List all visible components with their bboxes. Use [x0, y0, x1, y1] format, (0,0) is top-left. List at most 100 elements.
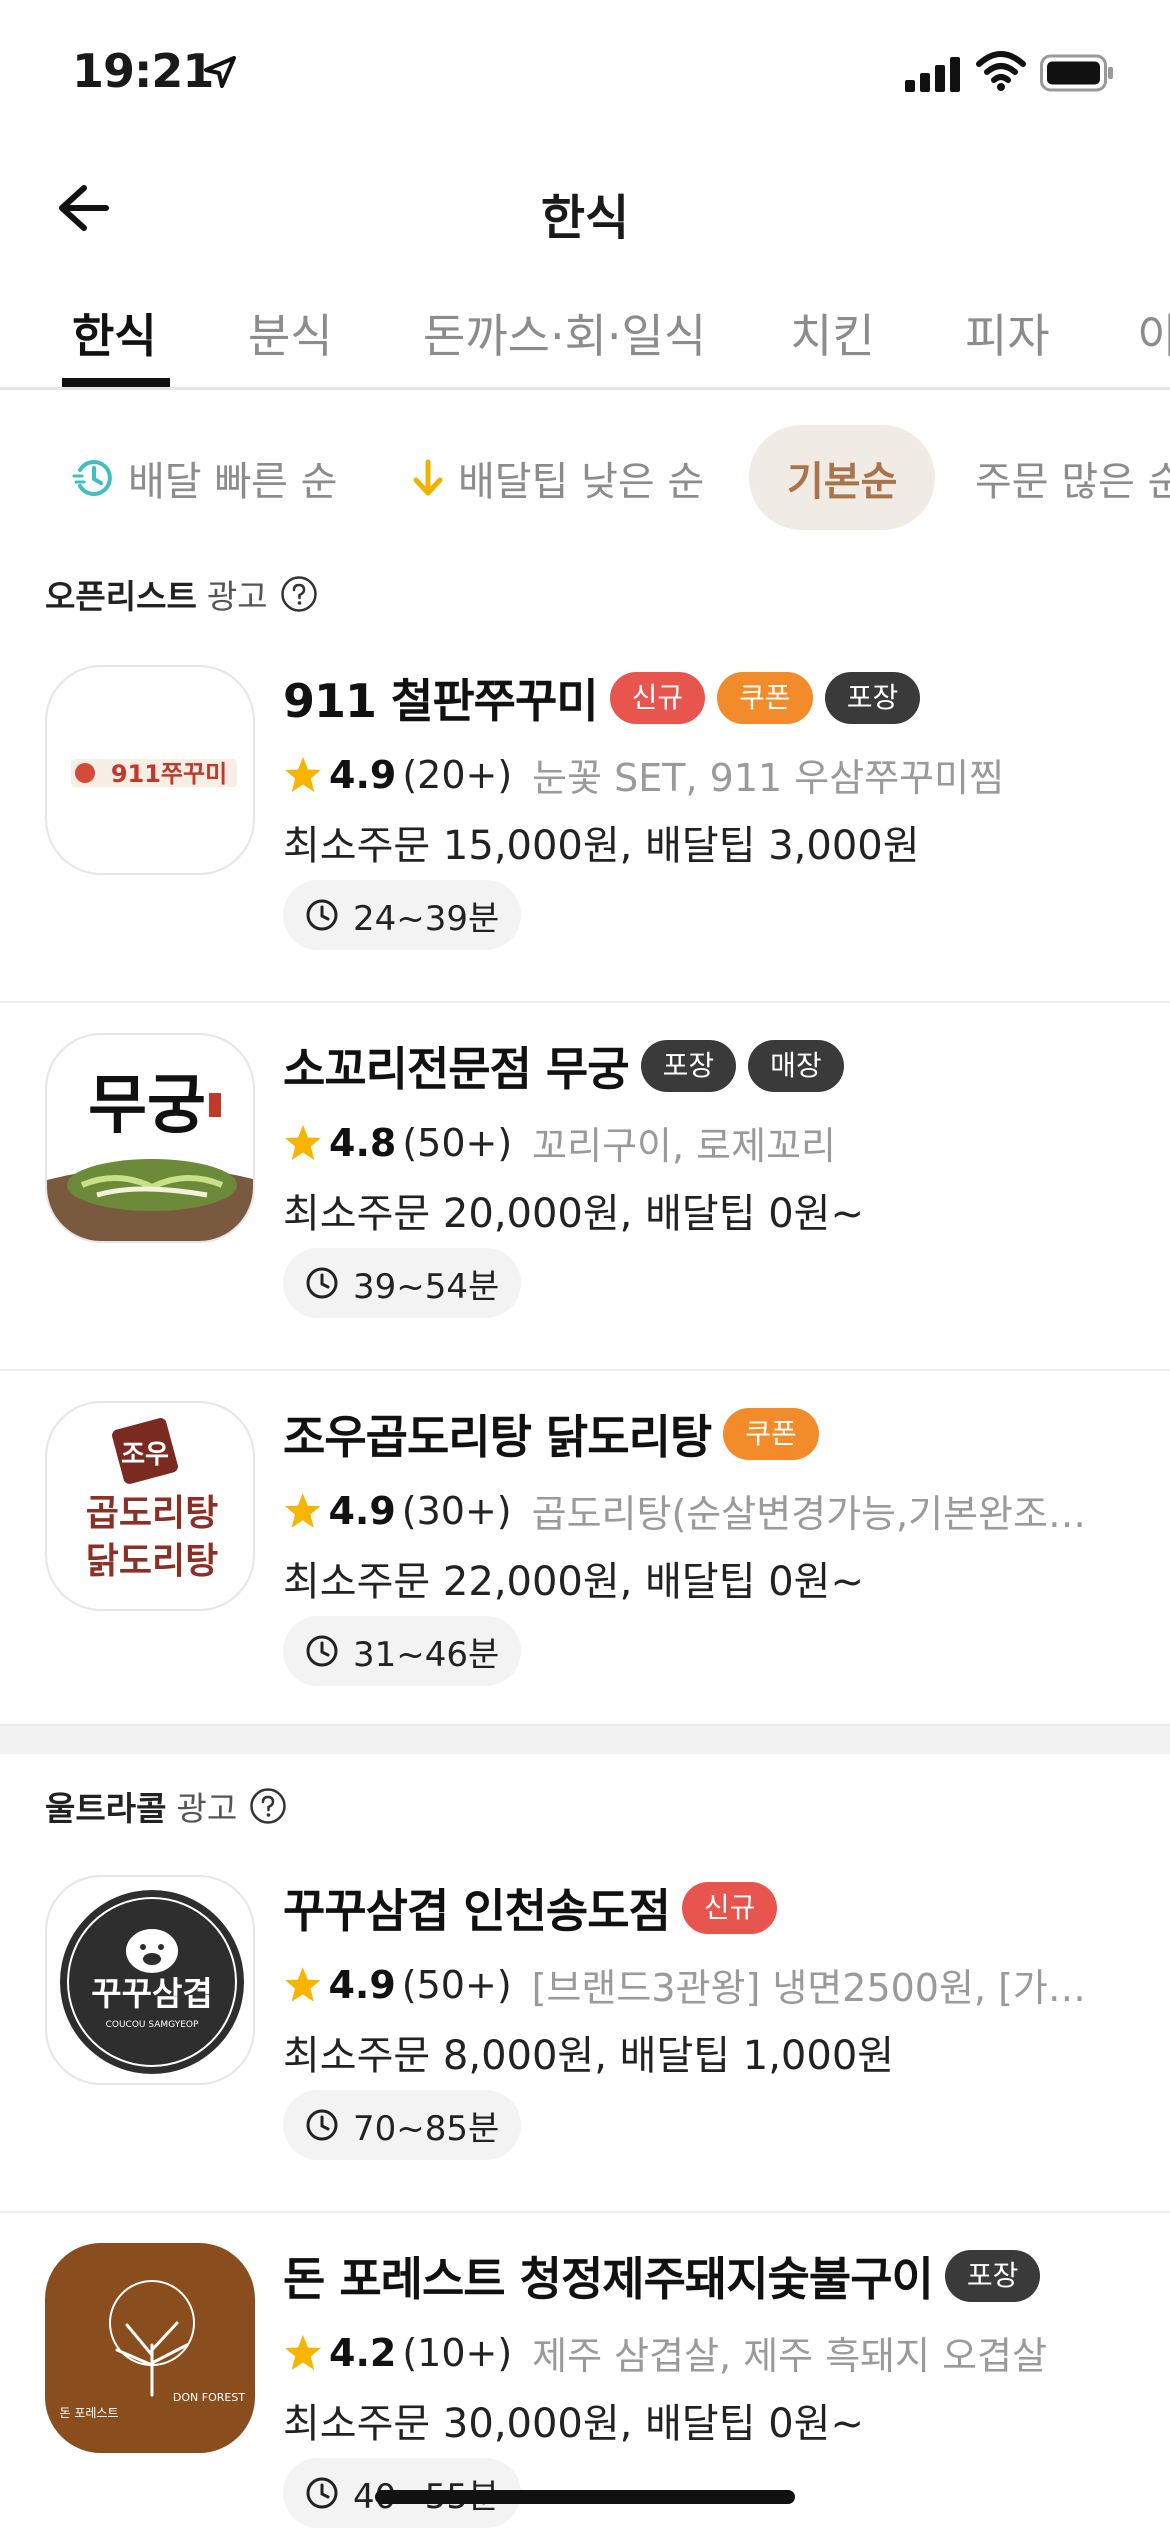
- arrow-down-icon: [413, 459, 443, 495]
- restaurant-name: 꾸꾸삼겹 인천송도점: [283, 1884, 671, 1938]
- sort-most-orders-label: 주문 많은 순: [975, 458, 1170, 505]
- logo-text: 911쭈꾸미: [111, 760, 227, 788]
- wifi-icon: [976, 51, 1026, 91]
- ad-label: 광고: [176, 1789, 238, 1828]
- restaurant-name: 소꼬리전문점 무궁: [283, 1042, 630, 1096]
- logo-text: 무궁: [88, 1068, 206, 1143]
- badge-new: 신규: [609, 672, 706, 724]
- rating-row: 4.9 (30+) 곱도리탕(순살변경가능,기본완조리…: [283, 1483, 1113, 1538]
- min-order-info: 최소주문 30,000원, 배달팁 0원~: [283, 2401, 864, 2447]
- clock-icon: [306, 899, 338, 931]
- restaurant-card[interactable]: 911쭈꾸미 911 철판쭈꾸미 신규 쿠폰 포장 4.9 (20+) 눈꽃 S…: [0, 635, 1170, 1003]
- section-separator: [0, 1724, 1170, 1754]
- logo-jowoo-image: 조우 곱도리탕 닭도리탕: [86, 1418, 218, 1582]
- badge-takeout: 포장: [944, 2250, 1041, 2302]
- logo-text: DON FOREST: [173, 2391, 245, 2404]
- menu-preview: 곱도리탕(순살변경가능,기본완조리…: [531, 1492, 1113, 1536]
- clock-icon: [306, 2477, 338, 2509]
- title-row: 소꼬리전문점 무궁 포장 매장: [283, 1033, 844, 1099]
- min-order-info: 최소주문 8,000원, 배달팁 1,000원: [283, 2033, 895, 2079]
- logo-text: 꾸꾸삼겹: [91, 1974, 212, 2013]
- sort-default-label: 기본순: [787, 458, 898, 505]
- delivery-time: 24~39분: [353, 898, 500, 939]
- tab-japanese[interactable]: 돈까스·회·일식: [423, 300, 706, 366]
- tab-korean[interactable]: 한식: [72, 300, 157, 366]
- section-name: 울트라콜: [45, 1789, 167, 1828]
- star-icon: [284, 1966, 321, 2002]
- delivery-time: 70~85분: [353, 2108, 500, 2149]
- rating-row: 4.8 (50+) 꼬리구이, 로제꼬리: [283, 1115, 1113, 1170]
- sort-low-tip[interactable]: 배달팁 낮은 순: [410, 425, 704, 530]
- rating-value: 4.8: [329, 1120, 397, 1165]
- logo-text: COUCOU SAMGYEOP: [106, 2020, 199, 2030]
- rating-row: 4.9 (50+) [브랜드3관왕] 냉면2500원, [가성…: [283, 1957, 1113, 2012]
- badge-new: 신규: [681, 1882, 778, 1934]
- clock-icon: [306, 1635, 338, 1667]
- section-label-openlist: 오픈리스트 광고: [45, 570, 318, 618]
- review-count: (10+): [402, 2330, 513, 2375]
- review-count: (50+): [401, 1962, 512, 2007]
- review-count: (20+): [402, 752, 513, 797]
- delivery-time-chip: 31~46분: [283, 1616, 522, 1686]
- restaurant-card[interactable]: 조우 곱도리탕 닭도리탕 조우곱도리탕 닭도리탕 쿠폰 4.9 (30+) 곱도…: [0, 1371, 1170, 1739]
- rating-value: 4.9: [329, 752, 397, 797]
- menu-preview: 눈꽃 SET, 911 우삼쭈꾸미찜: [532, 756, 1005, 800]
- tab-pizza[interactable]: 피자: [965, 300, 1050, 366]
- logo-coucou-image: 꾸꾸삼겹 COUCOU SAMGYEOP: [60, 1890, 244, 2074]
- restaurant-name: 911 철판쭈꾸미: [283, 674, 599, 728]
- badge-coupon: 쿠폰: [723, 1408, 819, 1460]
- title-row: 꾸꾸삼겹 인천송도점 신규: [283, 1875, 778, 1941]
- review-count: (30+): [401, 1488, 512, 1533]
- tab-snack[interactable]: 분식: [248, 300, 333, 366]
- menu-preview: 꼬리구이, 로제꼬리: [532, 1124, 837, 1168]
- restaurant-card[interactable]: 꾸꾸삼겹 COUCOU SAMGYEOP 꾸꾸삼겹 인천송도점 신규 4.9 (…: [0, 1845, 1170, 2213]
- sort-low-tip-label: 배달팁 낮은 순: [458, 458, 705, 505]
- help-icon[interactable]: [280, 575, 318, 613]
- section-label-ultracall: 울트라콜 광고: [45, 1782, 287, 1830]
- logo-donforest-image: 돈 포레스트 DON FOREST: [59, 2280, 245, 2420]
- sort-default[interactable]: 기본순: [749, 425, 936, 530]
- restaurant-card[interactable]: 무궁 소꼬리전문점 무궁 포장 매장 4.8 (50+) 꼬리구이, 로제꼬리 …: [0, 1003, 1170, 1371]
- restaurant-logo: 조우 곱도리탕 닭도리탕: [45, 1401, 255, 1611]
- badge-takeout: 포장: [640, 1040, 737, 1092]
- battery-icon: [1040, 54, 1113, 92]
- restaurant-logo: 꾸꾸삼겹 COUCOU SAMGYEOP: [45, 1875, 255, 2085]
- star-icon: [284, 1492, 321, 1528]
- status-time: 19:21: [72, 44, 214, 98]
- menu-preview: [브랜드3관왕] 냉면2500원, [가성…: [531, 1966, 1113, 2010]
- logo-text: 닭도리탕: [86, 1540, 218, 1582]
- page-title: 한식: [540, 190, 630, 246]
- star-icon: [285, 756, 321, 792]
- active-tab-indicator: [62, 378, 170, 387]
- sort-fast-delivery[interactable]: 배달 빠른 순: [72, 425, 337, 530]
- logo-text: 곱도리탕: [86, 1492, 218, 1534]
- cellular-signal-icon: [905, 57, 960, 92]
- menu-preview: 제주 삼겹살, 제주 흑돼지 오겹살: [532, 2334, 1048, 2378]
- restaurant-logo: 무궁: [45, 1033, 255, 1243]
- tab-chicken[interactable]: 치킨: [790, 300, 875, 366]
- review-count: (50+): [402, 1120, 513, 1165]
- help-icon[interactable]: [249, 1787, 287, 1825]
- title-row: 돈 포레스트 청정제주돼지숯불구이 포장: [283, 2243, 1041, 2309]
- logo-mugung-image: 무궁: [47, 1068, 253, 1241]
- title-row: 조우곱도리탕 닭도리탕 쿠폰: [283, 1401, 819, 1467]
- clock-icon: [306, 2109, 338, 2141]
- delivery-time: 39~54분: [353, 1266, 500, 1307]
- category-tabs: 한식 분식 돈까스·회·일식 치킨 피자 아: [0, 270, 1170, 390]
- sort-options: 배달 빠른 순 배달팁 낮은 순 기본순 주문 많은 순: [0, 420, 1170, 535]
- restaurant-logo: 돈 포레스트 DON FOREST: [45, 2243, 255, 2453]
- rating-value: 4.9: [328, 1488, 396, 1533]
- logo-text: 조우: [121, 1440, 169, 1470]
- badge-coupon: 쿠폰: [717, 672, 813, 724]
- location-arrow-icon: [204, 56, 236, 88]
- sort-most-orders[interactable]: 주문 많은 순: [975, 425, 1170, 530]
- tab-more[interactable]: 아: [1138, 300, 1170, 366]
- delivery-time-chip: 24~39분: [283, 880, 522, 950]
- delivery-time-chip: 39~54분: [283, 1248, 522, 1318]
- rating-value: 4.9: [328, 1962, 396, 2007]
- rating-row: 4.2 (10+) 제주 삼겹살, 제주 흑돼지 오겹살: [283, 2325, 1113, 2380]
- home-indicator[interactable]: [375, 2490, 795, 2504]
- restaurant-name: 돈 포레스트 청정제주돼지숯불구이: [283, 2252, 934, 2306]
- logo-text: 돈 포레스트: [59, 2406, 118, 2420]
- restaurant-card[interactable]: 돈 포레스트 DON FOREST 돈 포레스트 청정제주돼지숯불구이 포장 4…: [0, 2213, 1170, 2532]
